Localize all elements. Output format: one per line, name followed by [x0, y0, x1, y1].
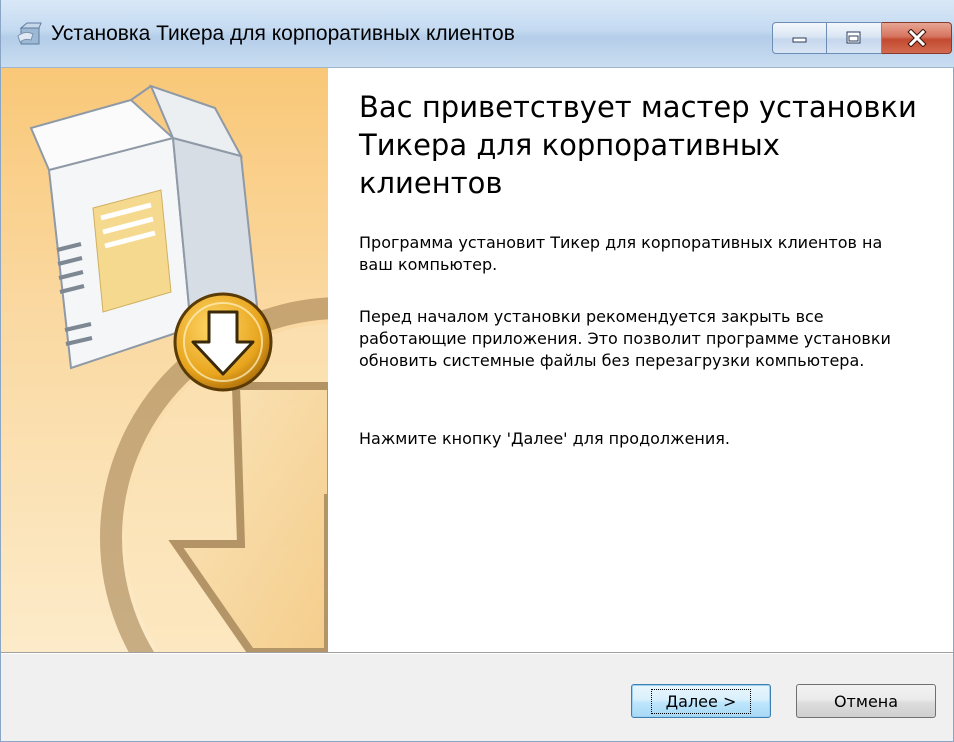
close-button[interactable] [882, 22, 952, 54]
minimize-button[interactable] [772, 22, 827, 54]
continue-instruction: Нажмите кнопку 'Далее' для продолжения. [359, 429, 730, 448]
next-button-label: Далее > [650, 688, 752, 714]
close-icon [906, 29, 927, 47]
footer-separator [1, 652, 953, 654]
install-package-illustration [29, 84, 328, 652]
installer-app-icon [17, 22, 42, 45]
intro-paragraph: Программа установит Тикер для корпоратив… [359, 233, 883, 274]
wizard-content: Вас приветствует мастер установки Тикера… [1, 68, 953, 652]
minimize-icon [792, 37, 806, 43]
window-title: Установка Тикера для корпоративных клиен… [51, 22, 515, 45]
title-bar[interactable]: Установка Тикера для корпоративных клиен… [1, 0, 954, 68]
recommendation-paragraph: Перед началом установки рекомендуется за… [359, 307, 891, 370]
next-button[interactable]: Далее > [631, 684, 771, 718]
welcome-side-panel [1, 68, 328, 652]
maximize-icon [846, 31, 861, 44]
installer-window: Установка Тикера для корпоративных клиен… [0, 0, 954, 742]
cancel-button[interactable]: Отмена [796, 684, 936, 718]
maximize-button[interactable] [827, 22, 882, 54]
welcome-heading: Вас приветствует мастер установки Тикера… [359, 90, 917, 200]
